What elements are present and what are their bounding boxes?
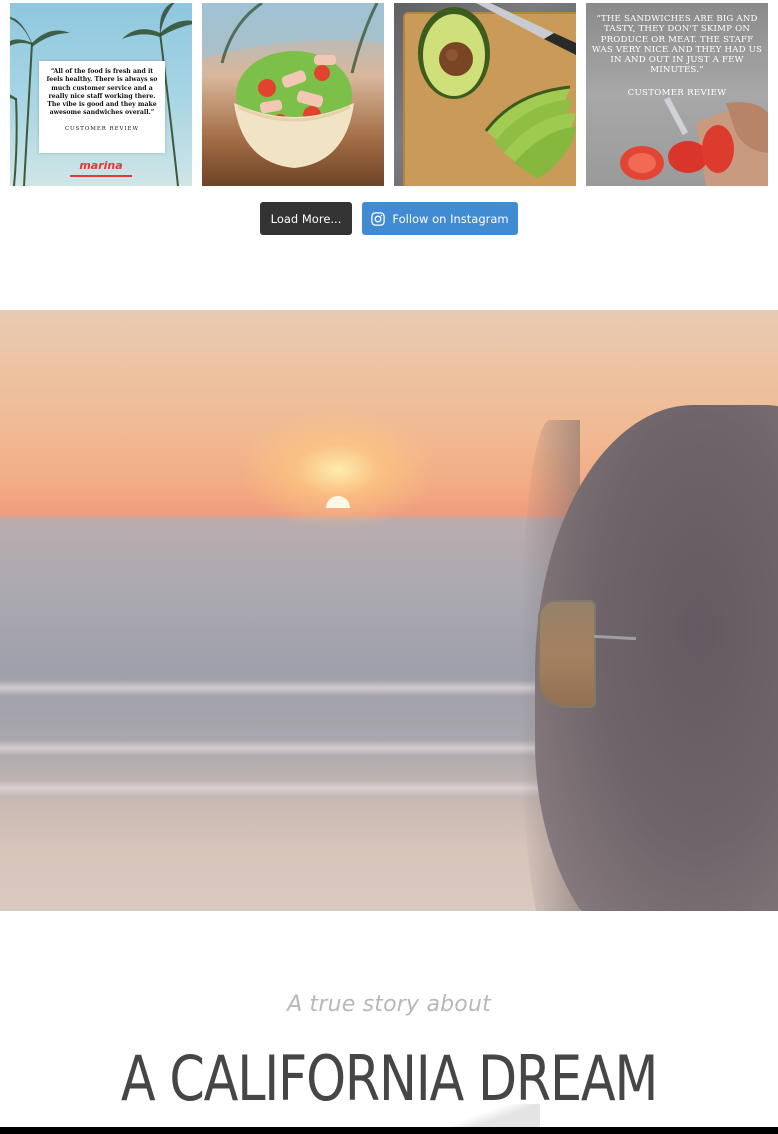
bottom-bar [0, 1127, 778, 1134]
page: “All of the food is fresh and it feels h… [0, 0, 778, 1134]
review-caption: CUSTOMER REVIEW [627, 88, 727, 98]
story-title: A CALIFORNIA DREAM [120, 1042, 658, 1115]
instagram-feed: “All of the food is fresh and it feels h… [0, 0, 778, 190]
instagram-post-1[interactable]: “All of the food is fresh and it feels h… [10, 3, 192, 186]
hero-image-sunset-beach [0, 310, 778, 911]
review-quote-text: “All of the food is fresh and it feels h… [46, 68, 158, 117]
salad-bowl-image [202, 3, 384, 168]
brand-logo: marina [70, 159, 132, 177]
instagram-post-4[interactable]: “THE SANDWICHES ARE BIG AND TASTY, THEY … [586, 3, 768, 186]
hero-overlay [0, 310, 778, 911]
load-more-label: Load More... [270, 211, 342, 226]
review-quote-text: “THE SANDWICHES ARE BIG AND TASTY, THEY … [591, 14, 763, 76]
instagram-icon [371, 211, 386, 226]
instagram-post-2[interactable] [202, 3, 384, 186]
follow-label: Follow on Instagram [392, 211, 509, 226]
avocado-board-image [403, 3, 576, 186]
load-more-button[interactable]: Load More... [260, 202, 352, 235]
review-caption: CUSTOMER REVIEW [64, 125, 140, 132]
review-quote-card: “All of the food is fresh and it feels h… [39, 61, 165, 153]
instagram-post-3[interactable] [394, 3, 576, 186]
story-subtitle: A true story about [287, 992, 491, 1017]
follow-on-instagram-button[interactable]: Follow on Instagram [362, 202, 518, 235]
